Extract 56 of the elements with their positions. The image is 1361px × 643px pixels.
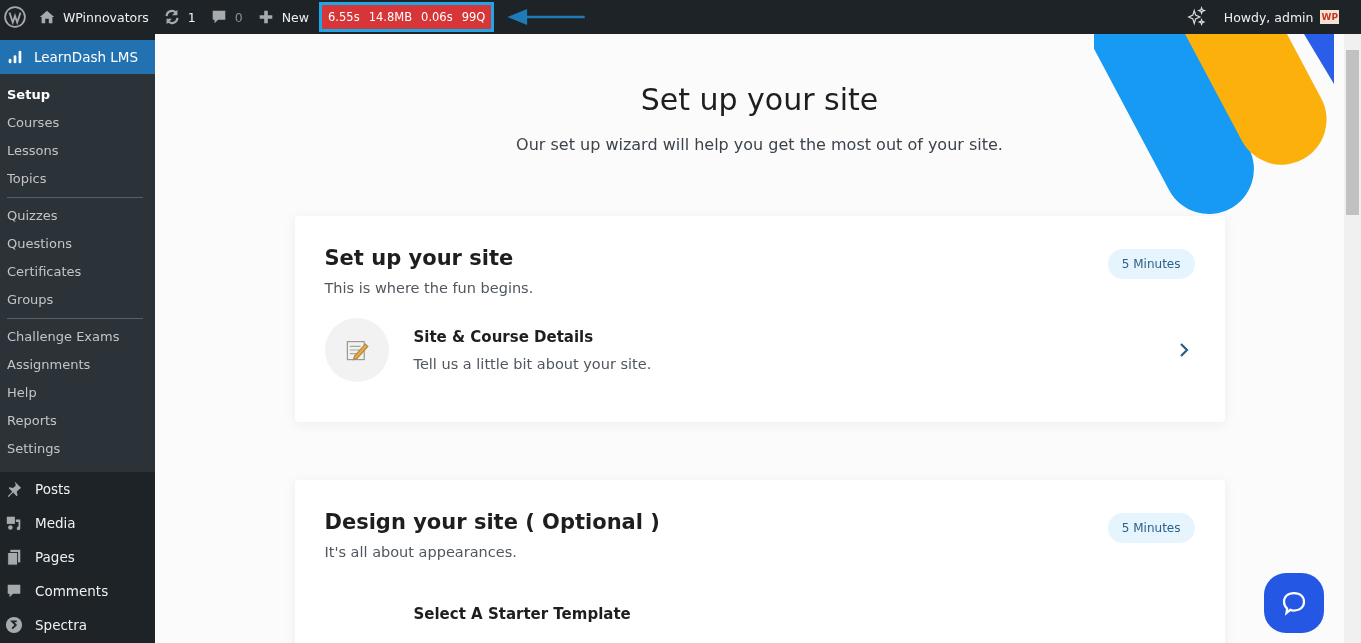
submenu-item[interactable]: Groups <box>0 286 155 314</box>
duration-badge: 5 Minutes <box>1107 249 1195 279</box>
section-description: It's all about appearances. <box>324 544 518 560</box>
submenu-item[interactable]: Challenge Exams <box>0 323 155 351</box>
spectra-icon <box>5 616 23 634</box>
home-icon <box>38 8 56 26</box>
submenu-item[interactable]: Lessons <box>0 137 155 165</box>
page-title: Set up your site <box>640 82 879 117</box>
section-description: This is where the fun begins. <box>324 280 534 296</box>
site-name: WPinnovators <box>63 9 149 25</box>
performance-stats[interactable]: 6.55s 14.8MB 0.06s 99Q <box>319 2 495 32</box>
step-title: Select A Starter Template <box>413 605 632 623</box>
site-name-link[interactable]: WPinnovators <box>38 8 149 26</box>
submenu-item[interactable]: Quizzes <box>0 202 155 230</box>
active-menu-item[interactable]: LearnDash LMS <box>0 40 155 74</box>
section-title: Set up your site <box>324 246 515 270</box>
avatar: WP <box>1320 10 1339 24</box>
submenu-item[interactable]: Topics <box>0 165 155 193</box>
media-icon <box>5 514 23 532</box>
submenu-item[interactable]: Assignments <box>0 351 155 379</box>
sidebar-menu-item[interactable]: Media <box>0 506 155 540</box>
new-link[interactable]: New <box>256 8 310 26</box>
duration-badge: 5 Minutes <box>1107 513 1195 543</box>
new-label: New <box>281 9 310 25</box>
notepad-pencil-icon <box>344 338 369 362</box>
step-title: Site & Course Details <box>413 328 595 346</box>
chat-button[interactable] <box>1264 573 1324 633</box>
updates-link[interactable]: 1 <box>162 8 196 26</box>
sparkle-icon[interactable] <box>1185 6 1208 28</box>
submenu-item[interactable]: Questions <box>0 230 155 258</box>
bar-chart-icon <box>6 48 24 66</box>
submenu-item[interactable]: Settings <box>0 435 155 463</box>
sidebar-menu-item[interactable]: Spectra <box>0 608 155 642</box>
submenu-item[interactable]: Courses <box>0 109 155 137</box>
step-row[interactable]: Site & Course Details Tell us a little bit about your site. <box>324 296 1195 412</box>
sidebar-menu-item[interactable]: Comments <box>0 574 155 608</box>
sidebar-menu-item[interactable]: Posts <box>0 472 155 506</box>
submenu-item[interactable]: Setup <box>0 81 155 109</box>
step-row[interactable]: Select A Starter Template <box>324 560 1195 643</box>
account-menu[interactable]: Howdy, admin WP <box>1223 9 1339 25</box>
comments-count: 0 <box>234 9 243 25</box>
step-description: Tell us a little bit about your site. <box>413 356 653 372</box>
chevron-right-icon <box>1178 342 1189 358</box>
updates-count: 1 <box>187 9 196 25</box>
greeting: Howdy, admin <box>1223 9 1314 25</box>
pin-icon <box>5 480 23 498</box>
section-title: Design your site ( Optional ) <box>324 510 660 534</box>
submenu-item[interactable]: Certificates <box>0 258 155 286</box>
wordpress-logo-icon[interactable] <box>4 6 26 28</box>
pages-icon <box>5 548 23 566</box>
page-subtitle: Our set up wizard will help you get the most out of your site. <box>516 135 1003 154</box>
submenu-item[interactable]: Reports <box>0 407 155 435</box>
comments-link[interactable]: 0 <box>209 8 243 26</box>
scrollbar[interactable] <box>1344 34 1361 643</box>
submenu-item[interactable]: Help <box>0 379 155 407</box>
sidebar-menu-item[interactable]: Pages <box>0 540 155 574</box>
